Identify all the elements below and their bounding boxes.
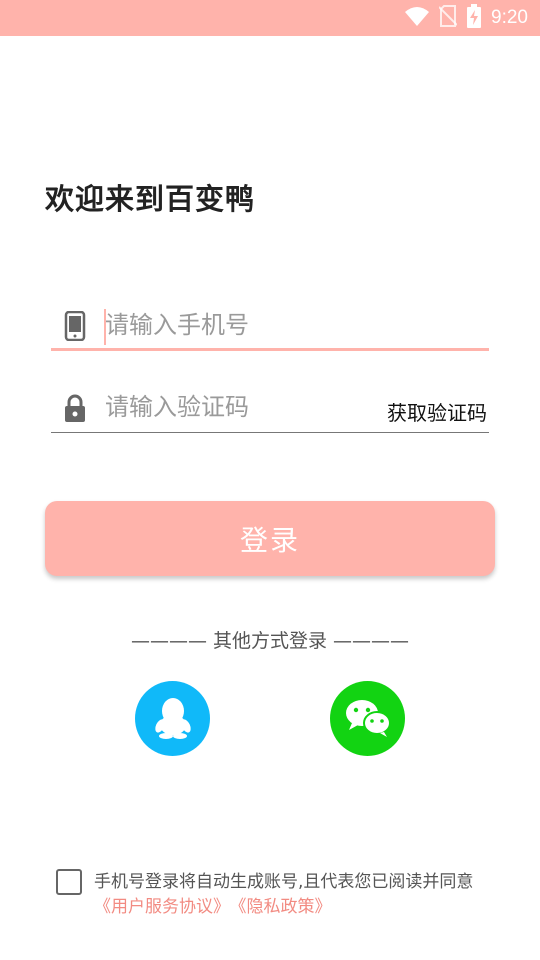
- agreement-checkbox[interactable]: [56, 869, 82, 895]
- status-time: 9:20: [491, 7, 528, 28]
- battery-charging-icon: [467, 4, 482, 32]
- status-icons: 9:20: [405, 0, 528, 36]
- phone-icon: [63, 310, 87, 342]
- login-button[interactable]: 登录: [45, 501, 495, 576]
- agreement-text: 手机号登录将自动生成账号,且代表您已阅读并同意: [94, 872, 474, 892]
- lock-icon: [63, 393, 87, 423]
- wifi-icon: [405, 6, 430, 30]
- phone-field[interactable]: [51, 301, 489, 351]
- status-bar: 9:20: [0, 0, 540, 36]
- code-field[interactable]: 获取验证码: [51, 383, 489, 433]
- privacy-policy-link[interactable]: 《隐私政策》: [238, 897, 332, 917]
- qq-login-button[interactable]: [135, 681, 210, 756]
- code-input[interactable]: [105, 387, 405, 427]
- welcome-title: 欢迎来到百变鸭: [45, 182, 256, 216]
- other-login-label: ———— 其他方式登录 ————: [130, 630, 410, 652]
- no-sim-icon: [438, 5, 458, 31]
- get-code-button[interactable]: 获取验证码: [387, 397, 487, 426]
- phone-input[interactable]: [105, 305, 405, 345]
- wechat-icon: [344, 697, 392, 741]
- wechat-login-button[interactable]: [330, 681, 405, 756]
- qq-icon: [153, 695, 193, 743]
- user-agreement-link[interactable]: 《用户服务协议》: [94, 897, 230, 917]
- agreement-links: 《用户服务协议》 《隐私政策》: [94, 892, 332, 917]
